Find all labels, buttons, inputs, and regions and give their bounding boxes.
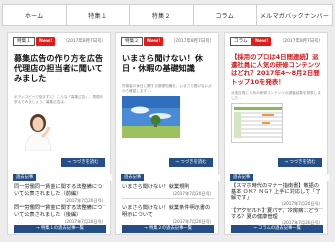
archive-title[interactable]: 同一労働同一賃金に関する法整備について公表されました（前編） xyxy=(14,184,106,198)
divider xyxy=(122,198,214,199)
issue-date: （2017年8月7日号） xyxy=(170,39,214,44)
article-summary: 労働者の休日に関する基礎知識を、いまさら聞けない点から確認します… xyxy=(122,84,212,93)
past-articles-label: 過去記事 xyxy=(13,174,37,181)
newsletter-page: ホーム 特集１ 特集２ コラム メルマガバックナンバー 特集１ New! （20… xyxy=(0,0,335,242)
article-card: 特集１ New! （2017年8月7日号） 募集広告の作り方を広告代理店の担当者… xyxy=(7,32,112,235)
archive-date: （2017年7月20日号） xyxy=(62,198,106,203)
article-thumbnail-image[interactable] xyxy=(122,96,180,138)
article-thumbnail-image[interactable] xyxy=(231,103,283,143)
past-articles-header: 過去記事 xyxy=(8,174,112,181)
article-title[interactable]: 【採用のプロは4日間連続】派遣社員に人気の研修コンテンツはどれ？2017年4〜8… xyxy=(231,53,323,86)
card-header: 特集１ New! （2017年8月7日号） xyxy=(8,37,110,48)
past-articles-label: 過去記事 xyxy=(230,174,254,181)
nav-item-feature1[interactable]: 特集１ xyxy=(67,5,130,25)
nav-item-backnumber[interactable]: メルマガバックナンバー xyxy=(257,5,332,25)
archive-title[interactable]: いまさら聞けない！就業条件明示書の明示について xyxy=(122,205,214,219)
archive-item[interactable]: 同一労働同一賃金に関する法整備について公表されました（後編） （2017年7月2… xyxy=(14,205,106,225)
issue-date: （2017年8月7日号） xyxy=(62,39,106,44)
new-badge: New! xyxy=(144,37,164,46)
category-tag: 特集２ xyxy=(121,37,143,46)
archive-item[interactable]: 【アクセルト】夏バテ、冷房病…どうする？夏の健康管理 （2017年7月20日号） xyxy=(231,208,323,226)
archive-item[interactable]: いまさら聞けない！就業規則 （2017年7月20日号） xyxy=(122,184,214,199)
archive-title[interactable]: いまさら聞けない！就業規則 xyxy=(122,184,214,191)
article-card: コラム New! （2017年8月7日号） 【採用のプロは4日間連続】派遣社員に… xyxy=(224,32,329,235)
top-nav: ホーム 特集１ 特集２ コラム メルマガバックナンバー xyxy=(2,4,333,26)
article-card: 特集２ New! （2017年8月7日号） いまさら聞けない！休日・休暇の基礎知… xyxy=(115,32,220,235)
read-more-button[interactable]: → つづきを読む xyxy=(169,158,213,167)
article-title[interactable]: 募集広告の作り方を広告代理店の担当者に聞いてみました xyxy=(14,53,106,83)
nav-item-column[interactable]: コラム xyxy=(194,5,257,25)
read-more-button[interactable]: → つづきを読む xyxy=(278,158,322,167)
archive-date: （2017年7月20日号） xyxy=(279,201,323,206)
archive-list-button[interactable]: → 特集１の過去記事一覧 xyxy=(14,225,106,233)
issue-date: （2017年8月7日号） xyxy=(279,39,323,44)
archive-date: （2017年7月20日号） xyxy=(170,191,214,196)
article-summary: ボディコピーで悩まずに！こんな「募集広告」、表現を学んでみましょう。募集広告は… xyxy=(14,95,104,104)
new-badge: New! xyxy=(252,37,272,46)
archive-title[interactable]: 同一労働同一賃金に関する法整備について公表されました（後編） xyxy=(14,205,106,219)
past-articles-header: 過去記事 xyxy=(116,174,220,181)
archive-list-button[interactable]: → 特集２の過去記事一覧 xyxy=(122,225,214,233)
read-more-button[interactable]: → つづきを読む xyxy=(61,158,105,167)
past-articles-header: 過去記事 xyxy=(225,174,329,181)
article-summary: 派遣社員に人気の研修コンテンツの調査結果を発表しました… xyxy=(231,91,321,100)
category-tag: 特集１ xyxy=(13,37,35,46)
nav-item-home[interactable]: ホーム xyxy=(3,5,67,25)
article-title[interactable]: いまさら聞けない！休日・休暇の基礎知識 xyxy=(122,53,214,73)
archive-list-button[interactable]: → コラムの過去記事一覧 xyxy=(231,225,323,233)
archive-item[interactable]: いまさら聞けない！就業条件明示書の明示について （2017年7月20日号） xyxy=(122,205,214,225)
card-header: 特集２ New! （2017年8月7日号） xyxy=(116,37,218,48)
article-thumbnail-image[interactable] xyxy=(16,109,60,151)
nav-item-feature2[interactable]: 特集２ xyxy=(130,5,194,25)
archive-title[interactable]: 【アクセルト】夏バテ、冷房病…どうする？夏の健康管理 xyxy=(231,208,323,220)
archive-item[interactable]: 【スマホ時代のマナー指南書】敬語の基本 ＯＫ？ＮＧ？上手に対応して「了解です」 … xyxy=(231,183,323,209)
card-header: コラム New! （2017年8月7日号） xyxy=(225,37,327,48)
archive-item[interactable]: 同一労働同一賃金に関する法整備について公表されました（前編） （2017年7月2… xyxy=(14,184,106,206)
category-tag: コラム xyxy=(230,37,252,46)
archive-title[interactable]: 【スマホ時代のマナー指南書】敬語の基本 ＯＫ？ＮＧ？上手に対応して「了解です」 xyxy=(231,183,323,201)
past-articles-label: 過去記事 xyxy=(121,174,145,181)
new-badge: New! xyxy=(36,37,56,46)
